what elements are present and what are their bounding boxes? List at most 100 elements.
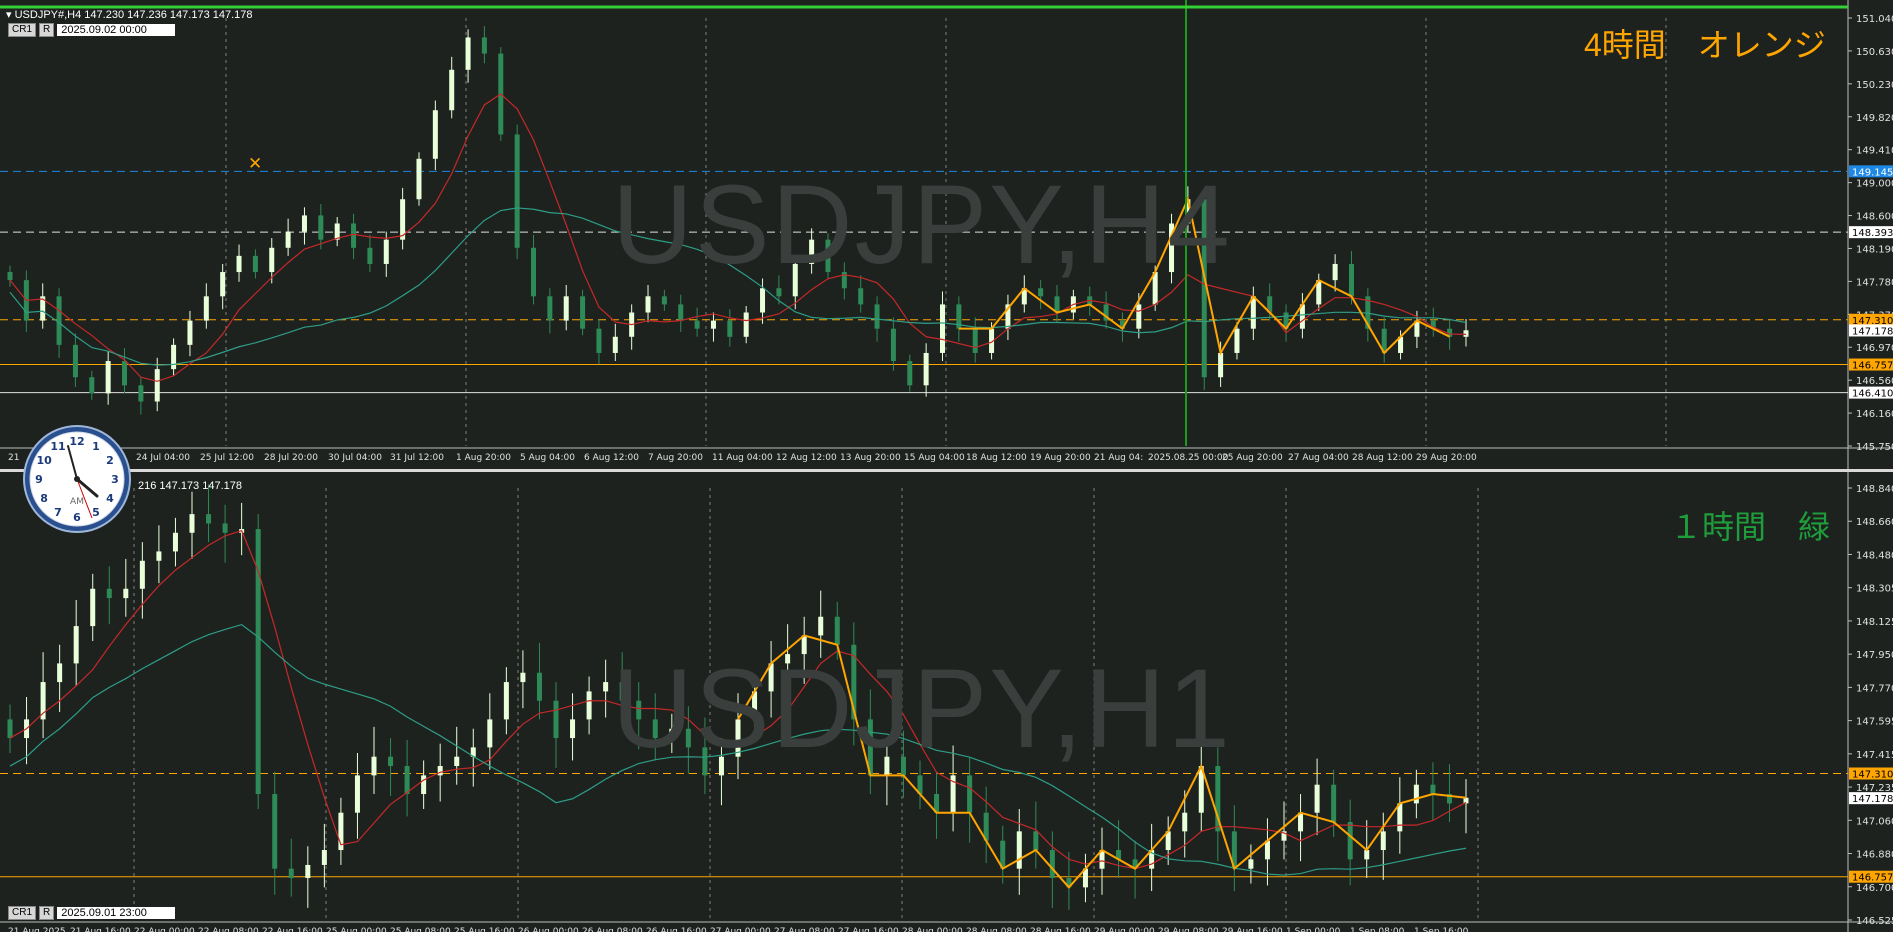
time-tick-label: 28 Aug 08:00: [966, 927, 1027, 932]
price-highlight-label: 147.310: [1852, 770, 1893, 781]
time-tick-label: 29 Aug 00:00: [1094, 927, 1155, 932]
price-tick-label: 149.820: [1856, 113, 1893, 124]
candle-body: [236, 255, 242, 273]
time-tick-label: 19 Aug 20:00: [1030, 453, 1091, 463]
candle-body: [449, 69, 455, 111]
candle-body: [383, 239, 389, 264]
time-tick-label: 12 Aug 12:00: [776, 453, 837, 463]
candle-body: [206, 514, 212, 524]
h1-chart-pane[interactable]: 148.840 148.660 148.480 148.305 148.125 147.9…: [0, 472, 1893, 932]
time-tick-label: 26 Aug 08:00: [582, 927, 643, 932]
candle-body: [563, 296, 569, 321]
candle-body: [171, 344, 177, 370]
candle-body: [454, 756, 460, 767]
candle-body: [220, 272, 226, 297]
candle-body: [834, 616, 840, 645]
h1-big-label: １時間 緑: [1670, 509, 1831, 545]
candle-body: [465, 37, 471, 70]
clock-icon: 1234567891011 12 AM: [23, 425, 131, 533]
h4-cr1-button[interactable]: CR1: [8, 23, 37, 37]
candle-body: [1332, 263, 1338, 281]
h4-r-button[interactable]: R: [39, 23, 55, 37]
h4-chart-pane[interactable]: 151.040 150.630 150.230 149.820 149.410 149.0…: [0, 0, 1893, 470]
candle-body: [255, 529, 261, 795]
candle-body: [57, 663, 63, 683]
candle-body: [106, 588, 112, 599]
candle-body: [520, 672, 526, 683]
candle-body: [547, 296, 553, 321]
h4-menu-icon[interactable]: ▾: [6, 9, 12, 21]
time-tick-label: 1 Aug 20:00: [456, 453, 511, 463]
price-tick-label: 151.040: [1856, 14, 1893, 25]
clock-numeral: 9: [35, 473, 43, 486]
price-tick-label: 150.630: [1856, 47, 1893, 58]
candle-body: [252, 255, 258, 273]
candle-body: [288, 868, 294, 879]
time-tick-label: 25 Aug 08:00: [390, 927, 451, 932]
candle-body: [89, 377, 95, 394]
candle-body: [1038, 288, 1044, 297]
candle-body: [678, 304, 684, 321]
candle-body: [1331, 784, 1337, 823]
candle-body: [1413, 784, 1419, 804]
candle-body: [72, 344, 78, 378]
candle-body: [432, 110, 438, 159]
candle-body: [139, 560, 145, 589]
candle-body: [1347, 822, 1353, 860]
h1-header-ohlc: 216 147.173 147.178: [138, 480, 242, 492]
time-tick-label: 21 Aug 04:: [1094, 453, 1143, 463]
candle-body: [1430, 784, 1436, 795]
time-tick-label: 27 Aug 00:00: [710, 927, 771, 932]
candle-body: [285, 231, 291, 248]
time-tick-label: 28 Aug 12:00: [1352, 453, 1413, 463]
h4-header-symbol: USDJPY#,H4: [14, 9, 82, 21]
alert-icon[interactable]: ✕: [248, 154, 262, 174]
time-tick-label: 28 Jul 20:00: [264, 453, 318, 463]
candle-body: [334, 223, 340, 240]
candle-body: [1364, 850, 1370, 860]
candle-body: [421, 775, 427, 795]
clock-ampm: AM: [70, 497, 84, 507]
price-highlight-label: 146.757: [1852, 361, 1893, 372]
h1-cr1-button[interactable]: CR1: [8, 906, 37, 920]
time-tick-label: 2025.08.25 00:00: [1148, 453, 1229, 463]
clock-numeral: 5: [92, 506, 100, 519]
time-tick-label: 25 Aug 20:00: [1222, 453, 1283, 463]
price-tick-label: 149.410: [1856, 146, 1893, 157]
price-tick-label: 148.660: [1856, 517, 1893, 528]
candle-body: [351, 223, 357, 248]
clock-numeral: 2: [106, 454, 114, 467]
candle-body: [305, 864, 311, 879]
clock-numeral: 10: [36, 454, 52, 467]
h1-r-button[interactable]: R: [39, 906, 55, 920]
h1-watermark: USDJPY,H1: [612, 646, 1232, 771]
price-tick-label: 146.970: [1856, 343, 1893, 354]
candle-body: [907, 361, 913, 386]
price-tick-label: 148.305: [1856, 584, 1893, 595]
candle-body: [156, 551, 162, 561]
candle-body: [570, 719, 576, 739]
candle-body: [481, 37, 487, 54]
price-tick-label: 147.780: [1856, 277, 1893, 288]
candle-body: [923, 352, 929, 386]
candle-body: [710, 320, 716, 329]
candle-body: [1033, 831, 1039, 851]
price-highlight-label: 146.757: [1852, 873, 1893, 884]
candle-body: [367, 247, 373, 264]
candle-body: [514, 134, 520, 248]
time-tick-label: 27 Aug 04:00: [1288, 453, 1349, 463]
price-tick-label: 147.415: [1856, 750, 1893, 761]
time-tick-label: 18 Aug 12:00: [966, 453, 1027, 463]
candle-body: [1463, 330, 1469, 337]
time-tick-label: 27 Aug 08:00: [774, 927, 835, 932]
time-tick-label: 28 Aug 16:00: [1030, 927, 1091, 932]
candle-body: [890, 328, 896, 362]
candle-body: [7, 272, 13, 281]
time-tick-label: 13 Aug 20:00: [840, 453, 901, 463]
candle-body: [187, 320, 193, 345]
candle-body: [1234, 328, 1240, 353]
candle-body: [1016, 831, 1022, 869]
candle-body: [1380, 831, 1386, 851]
candle-body: [972, 328, 978, 353]
candle-body: [203, 296, 209, 321]
